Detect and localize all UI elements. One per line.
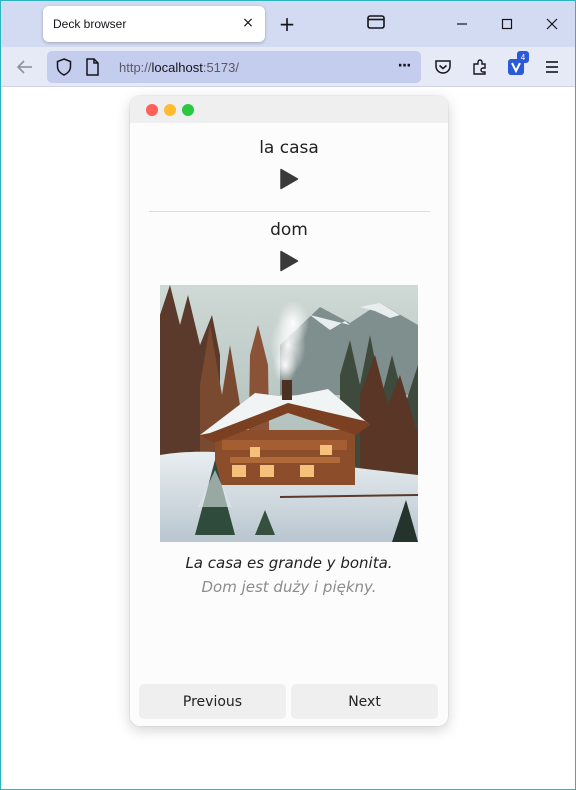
flashcard-window: la casa dom La casa es grande y bonita. … (130, 96, 448, 726)
page-actions-icon[interactable]: ··· (393, 55, 415, 77)
extension-badge: 4 (517, 51, 529, 63)
close-window-button[interactable] (539, 11, 565, 37)
minimize-dot[interactable] (164, 104, 176, 116)
example-translation: Dom jest duży i piękny. (201, 578, 377, 596)
maximize-dot[interactable] (182, 104, 194, 116)
tab-bar: Deck browser × + (1, 1, 575, 47)
new-tab-button[interactable]: + (275, 12, 299, 36)
extensions-puzzle-icon[interactable] (469, 56, 491, 78)
url-host: localhost (151, 60, 203, 75)
previous-button[interactable]: Previous (139, 684, 286, 719)
close-icon[interactable]: × (239, 14, 257, 32)
url-path: :5173/ (202, 60, 239, 75)
card-divider (149, 211, 430, 212)
app-titlebar (130, 96, 448, 123)
minimize-button[interactable] (449, 11, 475, 37)
play-back-audio-icon[interactable] (279, 250, 299, 272)
back-word: dom (270, 220, 308, 240)
page-icon[interactable] (81, 56, 103, 78)
maximize-button[interactable] (494, 11, 520, 37)
back-arrow-icon[interactable] (14, 56, 36, 78)
url-text[interactable]: http://localhost:5173/ (119, 60, 239, 75)
browser-window: Deck browser × + http://localhost:5173/ … (0, 0, 576, 790)
front-word: la casa (259, 138, 319, 158)
tab-title: Deck browser (53, 17, 127, 31)
tab-list-icon[interactable] (367, 14, 387, 34)
shield-icon[interactable] (53, 56, 75, 78)
next-button[interactable]: Next (291, 684, 438, 719)
shield-extension-icon[interactable]: 4 (505, 51, 529, 78)
navigation-toolbar: http://localhost:5173/ ··· 4 (1, 47, 575, 87)
url-scheme: http:// (119, 60, 152, 75)
pocket-icon[interactable] (432, 56, 454, 78)
close-dot[interactable] (146, 104, 158, 116)
chalet-picture (160, 285, 418, 542)
tab-deck-browser[interactable]: Deck browser × (43, 6, 265, 42)
address-bar[interactable]: http://localhost:5173/ ··· (47, 51, 421, 83)
play-front-audio-icon[interactable] (279, 168, 299, 190)
menu-icon[interactable] (541, 56, 563, 78)
example-sentence: La casa es grande y bonita. (185, 554, 393, 572)
page-content: la casa dom La casa es grande y bonita. … (1, 88, 575, 789)
